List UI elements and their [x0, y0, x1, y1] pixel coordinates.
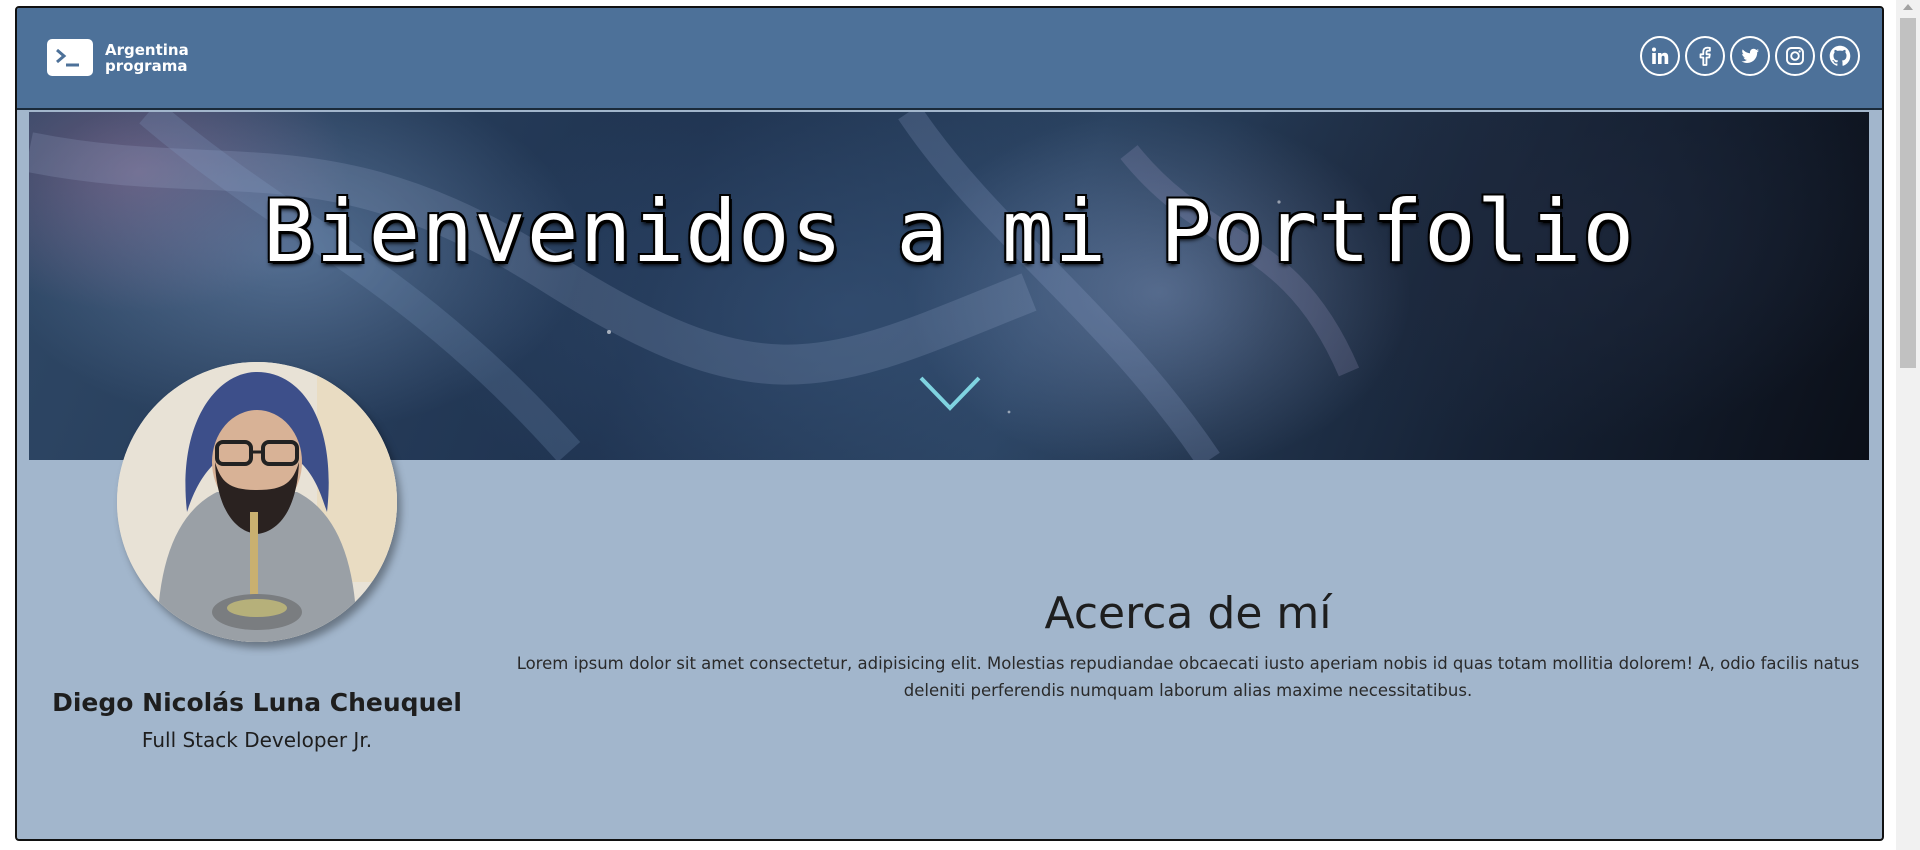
profile-avatar — [117, 362, 397, 642]
instagram-icon[interactable] — [1775, 36, 1815, 76]
profile-role: Full Stack Developer Jr. — [141, 728, 373, 752]
facebook-icon[interactable] — [1685, 36, 1725, 76]
chevron-down-icon[interactable] — [917, 374, 983, 418]
page-frame: Argentina programa Bienvenidos a mi Port… — [15, 6, 1884, 841]
about-title: Acerca de mí — [1044, 588, 1332, 639]
logo-line-2: programa — [105, 56, 188, 75]
logo-line-1: Argentina — [105, 40, 189, 59]
about-text: Lorem ipsum dolor sit amet consectetur, … — [516, 654, 1860, 700]
argentina-programa-logo[interactable]: Argentina programa — [47, 39, 189, 76]
top-navbar: Argentina programa — [17, 8, 1882, 110]
social-links — [1640, 36, 1860, 76]
vertical-scrollbar[interactable] — [1896, 0, 1920, 850]
scroll-thumb[interactable] — [1900, 18, 1916, 368]
profile-name: Diego Nicolás Luna Cheuquel — [52, 688, 462, 717]
scroll-up-icon[interactable] — [1903, 4, 1913, 10]
banner-title: Bienvenidos a mi Portfolio — [262, 182, 1636, 282]
terminal-icon — [47, 39, 93, 76]
linkedin-icon[interactable] — [1640, 36, 1680, 76]
twitter-icon[interactable] — [1730, 36, 1770, 76]
logo-text: Argentina programa — [105, 42, 189, 74]
github-icon[interactable] — [1820, 36, 1860, 76]
